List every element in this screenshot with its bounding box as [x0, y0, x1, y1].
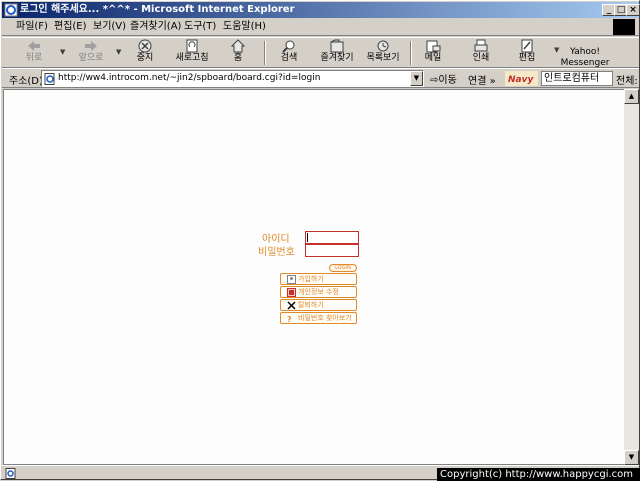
close-button[interactable]: × — [626, 4, 640, 16]
go-button[interactable]: ⇨이동 — [430, 71, 457, 86]
find-password-button[interactable]: ? 비밀번호 찾아보기 — [280, 312, 357, 324]
favorites-button[interactable]: 즐겨찾기 — [318, 39, 356, 68]
back-dropdown-icon[interactable]: ▼ — [60, 48, 65, 56]
scroll-down-icon[interactable]: ▼ — [624, 450, 639, 465]
menu-edit[interactable]: 편집(E) — [54, 20, 87, 34]
edit-icon — [521, 39, 533, 53]
stop-icon — [138, 39, 152, 53]
messenger-label-line1: Yahoo! — [569, 47, 601, 57]
menu-file[interactable]: 파일(F) — [16, 20, 48, 34]
toolbar-separator — [410, 41, 412, 65]
favorites-label: 즐겨찾기 — [320, 53, 354, 63]
scroll-up-icon[interactable]: ▲ — [624, 89, 639, 104]
edit-button[interactable]: 편집 — [514, 39, 540, 68]
menu-help[interactable]: 도움말(H) — [223, 20, 266, 34]
question-icon: ? — [287, 315, 292, 323]
home-icon — [230, 39, 246, 53]
refresh-icon — [186, 39, 198, 53]
menu-view[interactable]: 보기(V) — [93, 20, 126, 34]
address-label: 주소(D) — [9, 76, 43, 87]
navy-search-logo[interactable]: Navy — [505, 71, 538, 86]
ie-page-icon — [5, 468, 16, 479]
back-arrow-icon — [28, 41, 40, 51]
home-label: 홈 — [233, 53, 243, 63]
edit-profile-button[interactable]: 개인정보 수정 — [280, 286, 357, 298]
user-add-icon — [287, 275, 296, 284]
address-bar: 주소(D) http://ww4.introcom.net/~jin2/spbo… — [2, 68, 639, 88]
history-label: 목록보기 — [366, 53, 400, 63]
stop-button[interactable]: 중지 — [130, 39, 160, 68]
login-button[interactable]: LOGIN — [329, 264, 357, 272]
back-button[interactable]: 뒤로 — [16, 39, 52, 68]
toolbar: 뒤로 ▼ 앞으로 ▼ 중지 새로고침 홈 검색 즐겨찾기 목록보기 메일 인쇄 … — [2, 37, 639, 68]
edit-profile-icon — [287, 288, 296, 297]
search-label: 검색 — [280, 53, 298, 63]
join-button[interactable]: 가입하기 — [280, 273, 357, 285]
status-bar: Copyright(c) http://www.happycgi.com — [2, 465, 640, 481]
history-icon — [377, 40, 389, 52]
refresh-button[interactable]: 새로고침 — [172, 39, 212, 68]
window-title: 로그인 해주세요... *^^* - Microsoft Internet Ex… — [20, 4, 295, 15]
navy-logo-text: Navy — [508, 75, 534, 85]
address-dropdown-icon[interactable]: ▼ — [410, 71, 423, 86]
ie-page-icon — [44, 73, 55, 85]
password-label: 비밀번호 — [258, 247, 295, 258]
page-content: 아이디 비밀번호 LOGIN 가입하기 개인정보 수정 탈퇴하기 ? 비밀번호 … — [3, 89, 624, 465]
ie-logo — [613, 19, 635, 35]
svg-text:?: ? — [287, 315, 292, 323]
password-input[interactable] — [305, 244, 359, 257]
id-input[interactable] — [305, 231, 359, 244]
forward-button[interactable]: 앞으로 — [74, 39, 108, 68]
menu-favorites[interactable]: 즐겨찾기(A) — [130, 20, 181, 34]
text-caret — [307, 233, 308, 242]
print-label: 인쇄 — [472, 53, 490, 63]
print-button[interactable]: 인쇄 — [468, 39, 494, 68]
withdraw-label: 탈퇴하기 — [298, 301, 324, 309]
withdraw-button[interactable]: 탈퇴하기 — [280, 299, 357, 311]
mail-button[interactable]: 메일 — [420, 39, 446, 68]
search-button[interactable]: 검색 — [274, 39, 304, 68]
edit-dropdown-icon[interactable]: ▼ — [554, 46, 559, 54]
forward-dropdown-icon[interactable]: ▼ — [116, 48, 121, 56]
mail-icon — [426, 40, 441, 53]
menu-bar: 파일(F) 편집(E) 보기(V) 즐겨찾기(A) 도구(T) 도움말(H) — [2, 18, 639, 36]
links-button[interactable]: 연결 » — [468, 72, 496, 87]
find-password-label: 비밀번호 찾아보기 — [298, 314, 352, 322]
favorites-icon — [330, 39, 344, 53]
back-label: 뒤로 — [25, 53, 43, 63]
stop-label: 중지 — [136, 53, 154, 63]
toolbar-separator — [264, 41, 266, 65]
history-button[interactable]: 목록보기 — [364, 39, 402, 68]
search-scope-dropdown[interactable]: 전체: — [616, 72, 638, 87]
print-icon — [474, 39, 488, 52]
title-bar: 로그인 해주세요... *^^* - Microsoft Internet Ex… — [2, 2, 640, 18]
edit-label: 편집 — [518, 53, 536, 63]
menu-tools[interactable]: 도구(T) — [184, 20, 216, 34]
refresh-label: 새로고침 — [175, 53, 209, 63]
forward-arrow-icon — [85, 41, 97, 51]
toolbar-search-input[interactable]: 인트로컴퓨터 — [541, 71, 613, 86]
vertical-scrollbar[interactable]: ▲ ▼ — [624, 89, 639, 465]
ie-page-icon — [4, 3, 18, 17]
join-label: 가입하기 — [298, 275, 324, 283]
close-icon — [287, 301, 296, 310]
mail-label: 메일 — [424, 53, 442, 63]
search-icon — [282, 40, 295, 53]
copyright-text: Copyright(c) http://www.happycgi.com — [437, 468, 640, 481]
address-url: http://ww4.introcom.net/~jin2/spboard/bo… — [58, 73, 321, 83]
home-button[interactable]: 홈 — [226, 39, 250, 68]
edit-profile-label: 개인정보 수정 — [298, 288, 339, 296]
address-input[interactable]: http://ww4.introcom.net/~jin2/spboard/bo… — [41, 70, 424, 87]
forward-label: 앞으로 — [78, 53, 104, 63]
browser-window: 로그인 해주세요... *^^* - Microsoft Internet Ex… — [0, 0, 640, 481]
